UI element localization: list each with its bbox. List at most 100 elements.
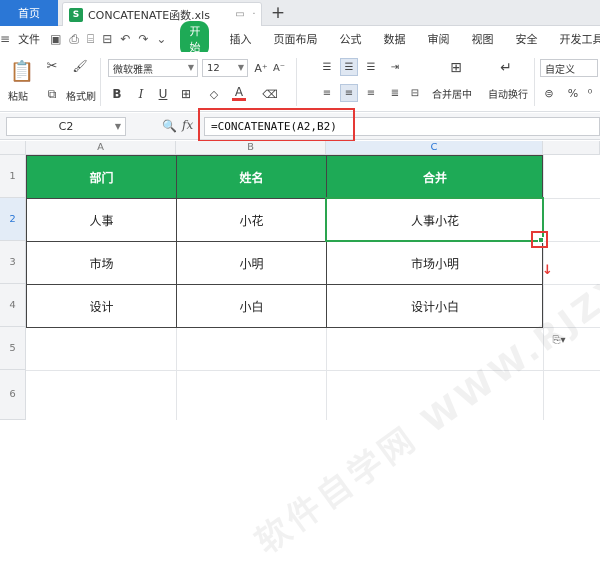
- font-grow-icon[interactable]: A⁺: [254, 60, 268, 76]
- divider: [296, 58, 297, 106]
- font-shrink-icon[interactable]: A⁻: [272, 60, 286, 76]
- align-right-icon[interactable]: ≡: [364, 86, 378, 100]
- cell-a4[interactable]: 设计: [27, 285, 176, 327]
- undo-icon[interactable]: ↶: [120, 31, 130, 47]
- merge-center-button[interactable]: 合并居中: [432, 86, 472, 101]
- align-top-icon[interactable]: ☰: [320, 60, 334, 74]
- export-icon[interactable]: ⎙: [69, 31, 79, 47]
- font-name-select[interactable]: 微软雅黑 ▼: [108, 59, 198, 77]
- percent-icon[interactable]: %: [566, 86, 580, 100]
- column-header-a[interactable]: A: [26, 141, 176, 155]
- row-header-1[interactable]: 1: [0, 155, 26, 198]
- font-color-button[interactable]: A: [232, 85, 246, 101]
- justify-icon[interactable]: ≣: [388, 86, 402, 100]
- brush-icon[interactable]: 🖌: [72, 58, 88, 74]
- table-border: [26, 327, 543, 328]
- cell-b3[interactable]: 小明: [177, 242, 326, 284]
- tab-home[interactable]: 首页: [0, 0, 58, 26]
- formula-bar: C2 ▼ 🔍 fx =CONCATENATE(A2,B2): [0, 113, 600, 140]
- spreadsheet-grid[interactable]: A B C 1 2 3 4 5 6 部门 姓名 合并 人事 小花 人事小花 市场…: [0, 141, 600, 562]
- distribute-icon[interactable]: ⊟: [408, 86, 422, 100]
- fill-handle-highlight-box: [531, 231, 548, 248]
- chevron-down-icon: ▼: [114, 122, 121, 131]
- row-header-2[interactable]: 2: [0, 198, 26, 241]
- cell-b1[interactable]: 姓名: [177, 156, 326, 198]
- menu-file[interactable]: 文件: [18, 31, 40, 47]
- redo-icon[interactable]: ↷: [138, 31, 148, 47]
- menu-formulas[interactable]: 公式: [339, 31, 361, 47]
- divider: [100, 58, 101, 106]
- italic-button[interactable]: I: [134, 86, 148, 102]
- gridline: [26, 370, 600, 371]
- border-icon[interactable]: ⊞: [178, 86, 194, 102]
- row-header-4[interactable]: 4: [0, 284, 26, 327]
- cell-c1[interactable]: 合并: [327, 156, 543, 198]
- currency-icon[interactable]: ⊜: [542, 86, 556, 100]
- cell-a1[interactable]: 部门: [27, 156, 176, 198]
- gridline: [326, 327, 327, 420]
- table-border: [176, 155, 177, 328]
- row-header-6[interactable]: 6: [0, 370, 26, 420]
- wrap-text-icon[interactable]: ↵: [496, 58, 516, 78]
- new-tab-button[interactable]: +: [268, 3, 288, 23]
- cell-c4[interactable]: 设计小白: [327, 285, 543, 327]
- fill-color-icon[interactable]: ◇: [206, 86, 222, 102]
- wrap-text-button[interactable]: 自动换行: [488, 86, 528, 101]
- column-header-blank[interactable]: [543, 141, 600, 155]
- row-header-3[interactable]: 3: [0, 241, 26, 284]
- cell-c3[interactable]: 市场小明: [327, 242, 543, 284]
- cell-a3[interactable]: 市场: [27, 242, 176, 284]
- comma-icon[interactable]: ⁰: [584, 86, 596, 100]
- indent-icon[interactable]: ⇥: [388, 60, 402, 74]
- underline-button[interactable]: U: [156, 86, 170, 102]
- menu-developer[interactable]: 开发工具: [559, 31, 600, 47]
- cell-c2[interactable]: 人事小花: [327, 199, 543, 241]
- align-left-icon[interactable]: ≡: [320, 86, 334, 100]
- cell-b4[interactable]: 小白: [177, 285, 326, 327]
- eraser-icon[interactable]: ⌫: [262, 86, 278, 102]
- format-painter-button[interactable]: 格式刷: [66, 88, 96, 103]
- tab-bar: 首页 S CONCATENATE函数.xls ▭ · +: [0, 0, 600, 26]
- column-header-c[interactable]: C: [326, 141, 543, 155]
- name-box[interactable]: C2 ▼: [6, 117, 126, 136]
- table-border: [26, 284, 543, 285]
- close-icon[interactable]: ·: [247, 9, 261, 20]
- print-icon[interactable]: ⌸: [87, 31, 94, 47]
- gridline: [543, 198, 600, 199]
- menu-review[interactable]: 审阅: [427, 31, 449, 47]
- formula-input[interactable]: =CONCATENATE(A2,B2): [204, 117, 600, 136]
- zoom-icon[interactable]: 🔍: [162, 119, 177, 133]
- menu-view[interactable]: 视图: [471, 31, 493, 47]
- hamburger-icon[interactable]: ≡: [0, 31, 10, 47]
- row-header-5[interactable]: 5: [0, 327, 26, 370]
- arrow-down-icon: ↓: [542, 263, 553, 278]
- cell-a2[interactable]: 人事: [27, 199, 176, 241]
- tab-document[interactable]: S CONCATENATE函数.xls ▭ ·: [62, 2, 262, 26]
- save-icon[interactable]: ▣: [50, 31, 61, 47]
- column-header-b[interactable]: B: [176, 141, 326, 155]
- merge-icon[interactable]: ⊞: [446, 58, 466, 78]
- cell-b2[interactable]: 小花: [177, 199, 326, 241]
- insert-function-button[interactable]: fx: [182, 118, 193, 132]
- preview-icon[interactable]: ⊟: [102, 31, 112, 47]
- paste-button[interactable]: 粘贴: [8, 88, 28, 103]
- monitor-icon[interactable]: ▭: [233, 9, 247, 20]
- font-size-select[interactable]: 12 ▼: [202, 59, 248, 77]
- align-center-icon[interactable]: ≡: [340, 84, 358, 102]
- bold-button[interactable]: B: [110, 86, 124, 102]
- menu-data[interactable]: 数据: [383, 31, 405, 47]
- menu-page-layout[interactable]: 页面布局: [273, 31, 317, 47]
- gridline: [543, 155, 544, 420]
- menu-security[interactable]: 安全: [515, 31, 537, 47]
- chevron-down-icon[interactable]: ⌄: [156, 31, 166, 47]
- align-bottom-icon[interactable]: ☰: [364, 60, 378, 74]
- copy-icon[interactable]: ⧉: [44, 86, 60, 102]
- select-all-corner[interactable]: [0, 141, 26, 155]
- menu-insert[interactable]: 插入: [229, 31, 251, 47]
- paste-icon[interactable]: 📋: [10, 58, 35, 84]
- table-border: [326, 155, 327, 328]
- paste-options-icon[interactable]: ⎘▾: [546, 331, 572, 349]
- align-middle-icon[interactable]: ☰: [340, 58, 358, 76]
- number-format-select[interactable]: 自定义: [540, 59, 598, 77]
- scissors-icon[interactable]: ✂: [44, 58, 60, 74]
